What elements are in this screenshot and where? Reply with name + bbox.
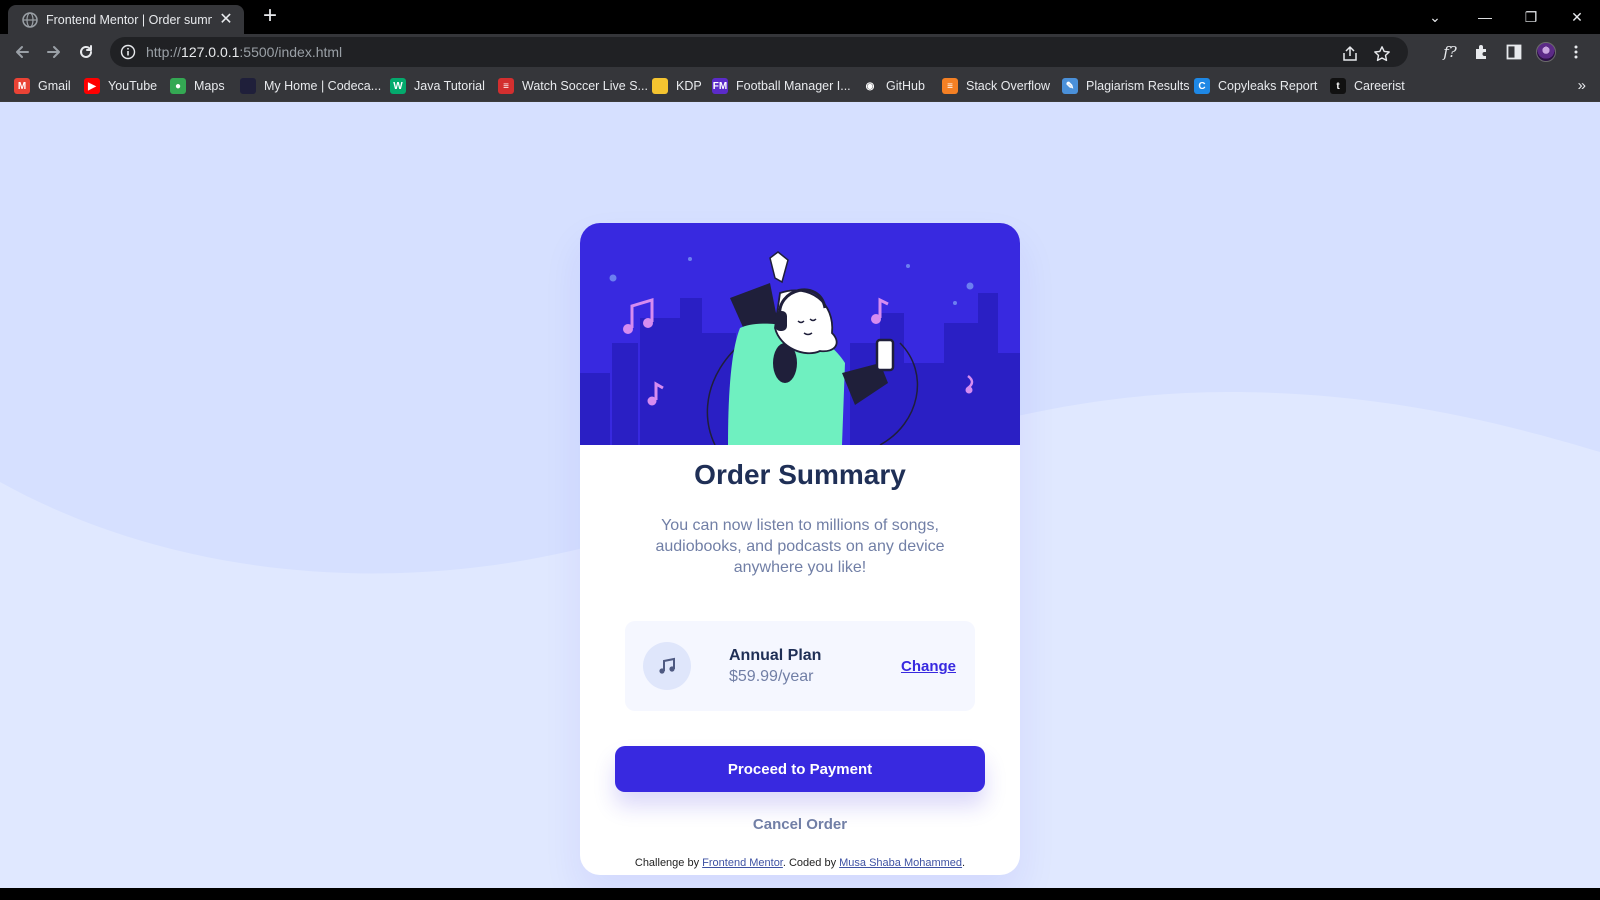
card-title: Order Summary — [694, 459, 906, 490]
soccer-icon: ≡ — [498, 78, 514, 94]
back-button[interactable] — [10, 40, 34, 64]
bookmark-label: Watch Soccer Live S... — [522, 79, 648, 93]
close-window-button[interactable]: ✕ — [1562, 4, 1592, 30]
globe-icon — [22, 11, 38, 28]
order-summary-card: Order Summary You can now listen to mill… — [580, 223, 1020, 875]
copyleaks-icon: C — [1194, 78, 1210, 94]
bookmark-label: Football Manager I... — [736, 79, 851, 93]
bookmark-item[interactable]: ✎ Plagiarism Results — [1062, 77, 1190, 95]
bookmark-item[interactable]: ≡ Stack Overflow — [942, 77, 1050, 95]
tab-strip: Frontend Mentor | Order summary ✕ + ⌄ — … — [0, 0, 1600, 34]
music-note-icon — [643, 642, 691, 690]
extensions-icon[interactable] — [1470, 40, 1494, 64]
attribution-suffix: . — [962, 857, 966, 869]
attribution: Challenge by Frontend Mentor. Coded by M… — [0, 857, 1600, 869]
plan-box: Annual Plan $59.99/year Change — [625, 621, 975, 711]
plan-price: $59.99/year — [729, 668, 814, 685]
bookmark-item[interactable]: KDP — [652, 77, 702, 95]
forward-button[interactable] — [42, 40, 66, 64]
attribution-middle: . Coded by — [782, 857, 840, 869]
bookmark-item[interactable]: M Gmail — [14, 77, 71, 95]
menu-icon[interactable] — [1564, 40, 1588, 64]
author-link[interactable]: Musa Shaba Mohammed — [839, 857, 962, 869]
window-bottom-edge — [0, 888, 1600, 900]
w3schools-icon: W — [390, 78, 406, 94]
sidepanel-icon[interactable] — [1502, 40, 1526, 64]
plagiarism-icon: ✎ — [1062, 78, 1078, 94]
plan-name: Annual Plan — [729, 647, 822, 664]
bookmark-item[interactable]: ◉ GitHub — [862, 77, 925, 95]
youtube-icon: ▶ — [84, 78, 100, 94]
bookmarks-bar: » M Gmail ▶ YouTube ● Maps My Home | Codeca...… — [0, 70, 1600, 102]
attribution-prefix: Challenge by — [634, 857, 703, 869]
new-tab-button[interactable]: + — [258, 4, 282, 29]
bookmark-item[interactable]: ≡ Watch Soccer Live S... — [498, 77, 648, 95]
tab-title: Frontend Mentor | Order summary — [46, 12, 212, 27]
reload-icon — [80, 45, 92, 58]
share-icon[interactable] — [1340, 44, 1360, 64]
bookmark-label: YouTube — [108, 79, 158, 93]
address-bar[interactable]: http://127.0.0.1:5500/index.html — [110, 37, 1408, 67]
frontend-mentor-link[interactable]: Frontend Mentor — [702, 857, 783, 869]
reload-button[interactable] — [74, 40, 98, 64]
fm-icon: FM — [712, 78, 728, 94]
bookmark-label: Gmail — [38, 79, 71, 93]
page-viewport: Order Summary You can now listen to mill… — [0, 102, 1600, 888]
arrow-left-icon — [16, 46, 29, 58]
info-icon[interactable] — [120, 44, 136, 60]
bookmark-label: Careerist — [1354, 79, 1405, 93]
bookmark-item[interactable]: FM Football Manager I... — [712, 77, 851, 95]
bookmarks-overflow-button[interactable]: » — [1578, 77, 1586, 94]
hero-illustration — [580, 223, 1020, 445]
bookmark-label: Maps — [194, 79, 225, 93]
browser-tab[interactable]: Frontend Mentor | Order summary ✕ — [8, 5, 244, 34]
bookmark-item[interactable]: ▶ YouTube — [84, 77, 157, 95]
bookmark-label: Plagiarism Results — [1086, 79, 1190, 93]
bookmark-item[interactable]: ● Maps — [170, 77, 225, 95]
arrow-right-icon — [47, 46, 60, 58]
bookmark-item[interactable]: C Copyleaks Report — [1194, 77, 1317, 95]
bookmark-label: Java Tutorial — [414, 79, 485, 93]
change-plan-link[interactable]: Change — [901, 658, 956, 675]
stackoverflow-icon: ≡ — [942, 78, 958, 94]
tab-search-button[interactable]: ⌄ — [1420, 4, 1450, 30]
url-text: http://127.0.0.1:5500/index.html — [146, 44, 343, 60]
bookmark-label: Stack Overflow — [966, 79, 1051, 93]
browser-toolbar: http://127.0.0.1:5500/index.html f? — [0, 34, 1600, 70]
cancel-order-button[interactable]: Cancel Order — [580, 816, 1020, 833]
careerist-icon: t — [1330, 78, 1346, 94]
bookmark-label: Copyleaks Report — [1218, 79, 1318, 93]
bookmark-item[interactable]: W Java Tutorial — [390, 77, 485, 95]
proceed-to-payment-button[interactable]: Proceed to Payment — [615, 746, 985, 792]
bookmark-item[interactable]: My Home | Codeca... — [240, 77, 381, 95]
card-description: You can now listen to millions of songs,… — [655, 517, 945, 576]
maps-icon: ● — [170, 78, 186, 94]
bookmark-item[interactable]: t Careerist — [1330, 77, 1405, 95]
restore-button[interactable]: ❐ — [1516, 4, 1546, 30]
tab-close-icon[interactable]: ✕ — [218, 11, 234, 28]
gmail-icon: M — [14, 78, 30, 94]
profile-avatar[interactable] — [1534, 40, 1558, 64]
kdp-icon — [652, 78, 668, 94]
github-icon: ◉ — [862, 78, 878, 94]
codecademy-icon — [240, 78, 256, 94]
star-icon[interactable] — [1372, 44, 1392, 64]
bookmark-label: KDP — [676, 79, 702, 93]
bookmark-label: My Home | Codeca... — [264, 79, 382, 93]
f-icon[interactable]: f? — [1438, 40, 1462, 64]
minimize-button[interactable]: — — [1470, 4, 1500, 30]
bookmark-label: GitHub — [886, 79, 925, 93]
